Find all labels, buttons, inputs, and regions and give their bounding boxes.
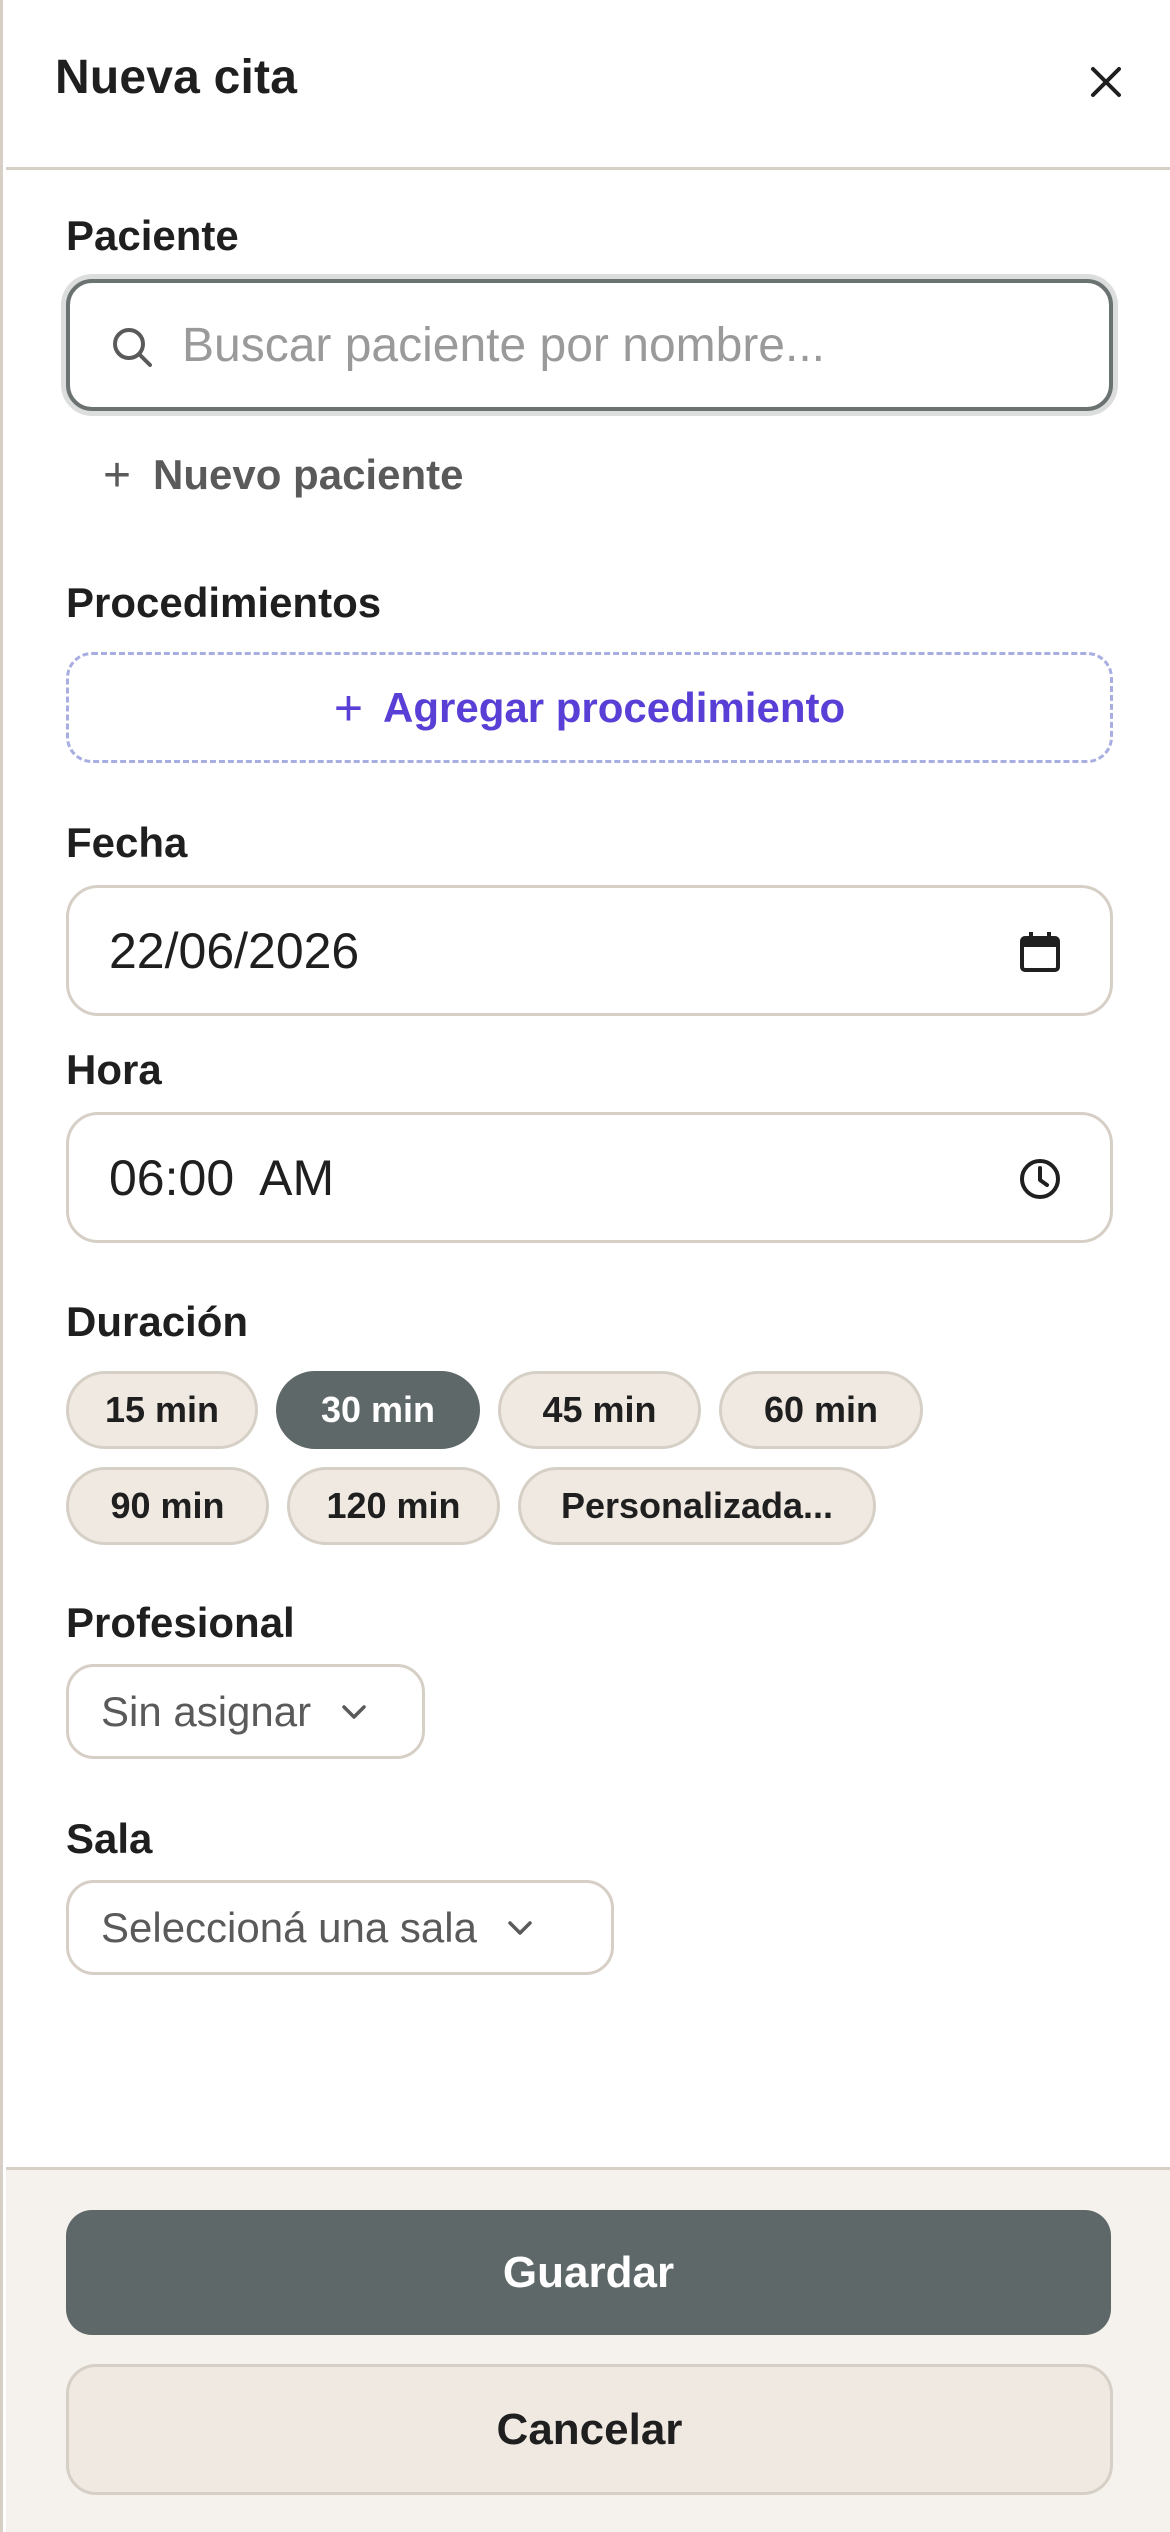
duration-label: Duración [66,1298,249,1345]
new-patient-button[interactable]: + Nuevo paciente [103,445,463,505]
date-value: 22/06/2026 [109,922,360,979]
close-icon [1091,67,1121,97]
time-label: Hora [66,1046,162,1093]
duration-chip-60[interactable]: 60 min [719,1371,923,1449]
patient-search-field[interactable] [66,279,1113,411]
procedures-label: Procedimientos [66,579,382,626]
room-select[interactable]: Seleccioná una sala [66,1880,614,1975]
calendar-icon[interactable] [1016,928,1064,976]
clock-icon[interactable] [1016,1155,1064,1203]
close-button[interactable] [1080,56,1132,108]
time-value: 06:00 AM [109,1149,335,1206]
professional-label: Profesional [66,1599,295,1646]
search-icon [113,328,152,367]
add-procedure-label: Agregar procedimiento [383,683,846,731]
duration-chip-15[interactable]: 15 min [66,1371,258,1449]
duration-chip-90[interactable]: 90 min [66,1467,269,1545]
date-label: Fecha [66,819,188,866]
patient-label: Paciente [66,212,239,259]
professional-select[interactable]: Sin asignar [66,1664,425,1759]
duration-chip-120[interactable]: 120 min [287,1467,500,1545]
panel-title: Nueva cita [55,51,298,104]
room-value: Seleccioná una sala [101,1903,477,1951]
patient-search-input[interactable] [180,283,1080,407]
duration-chip-custom[interactable]: Personalizada... [518,1467,876,1545]
plus-icon: + [333,679,364,736]
duration-chip-45[interactable]: 45 min [498,1371,701,1449]
time-field[interactable]: 06:00 AM [66,1112,1113,1243]
plus-icon: + [103,448,132,502]
room-label: Sala [66,1815,153,1862]
chevron-down-icon [342,1704,366,1719]
new-appointment-panel: Nueva cita Paciente + Nuevo paciente Pro… [0,0,1170,2532]
chevron-down-icon [508,1920,532,1935]
save-button[interactable]: Guardar [66,2210,1111,2335]
new-patient-label: Nuevo paciente [153,451,464,498]
professional-value: Sin asignar [101,1687,312,1735]
cancel-button[interactable]: Cancelar [66,2364,1113,2495]
add-procedure-button[interactable]: + Agregar procedimiento [66,652,1113,763]
duration-chip-30[interactable]: 30 min [276,1371,480,1449]
panel-header: Nueva cita [6,0,1170,170]
date-field[interactable]: 22/06/2026 [66,885,1113,1016]
